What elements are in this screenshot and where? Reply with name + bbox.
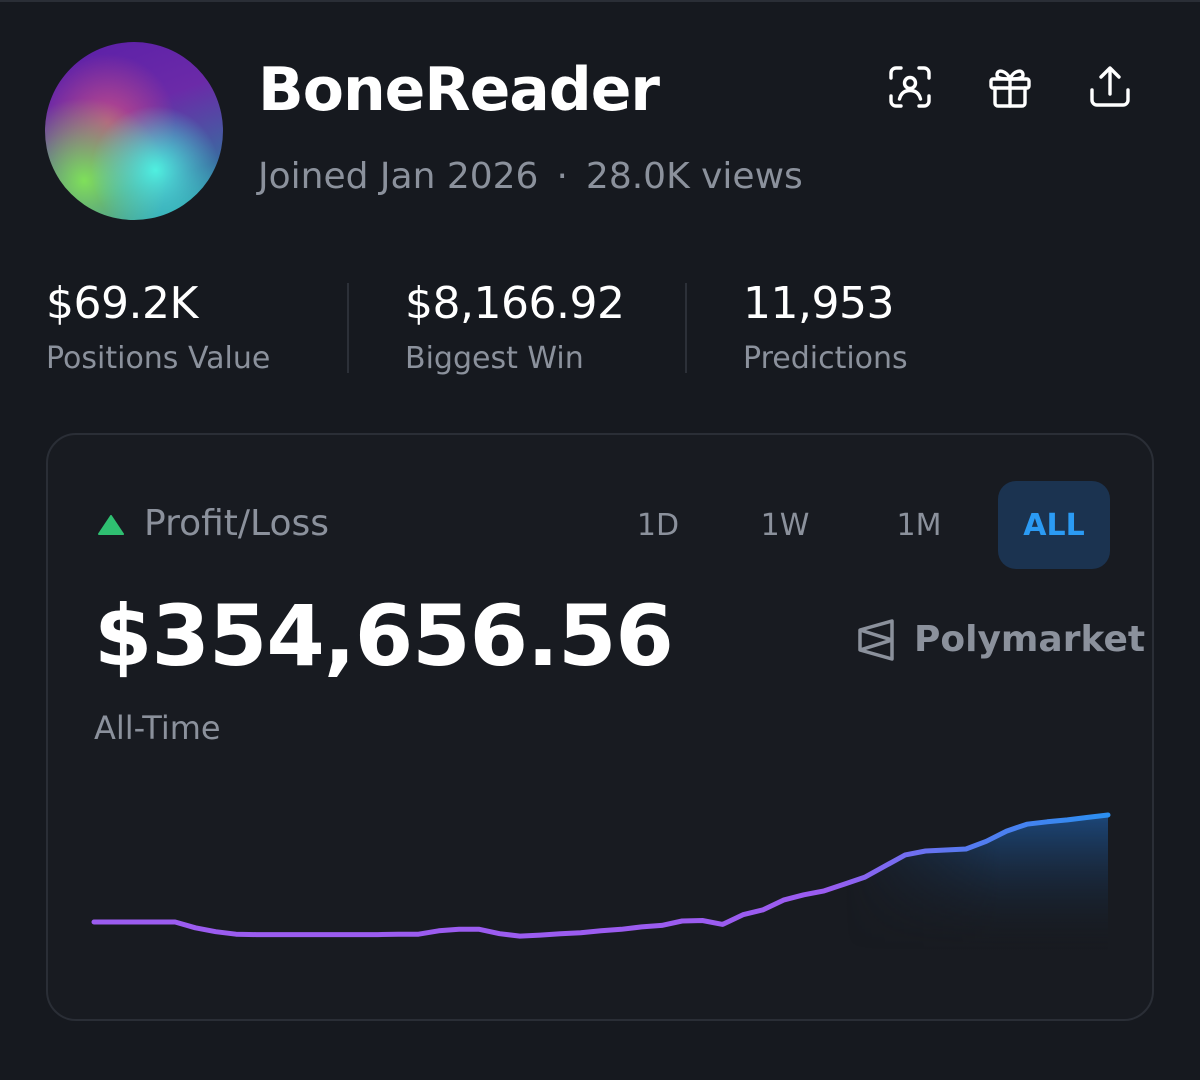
range-all-button[interactable]: ALL: [998, 481, 1110, 569]
profile-username: BoneReader: [258, 55, 660, 125]
profit-loss-card: Profit/Loss 1D 1W 1M ALL $354,656.56 Pol…: [46, 433, 1154, 1021]
gift-icon[interactable]: [987, 64, 1033, 110]
meta-separator: ·: [556, 156, 568, 197]
stat-divider: [685, 283, 687, 373]
scan-face-icon[interactable]: [887, 64, 933, 110]
top-divider: [0, 0, 1200, 2]
stat-biggest-win: $8,166.92 Biggest Win: [405, 278, 625, 376]
biggest-win-label: Biggest Win: [405, 341, 584, 376]
stat-predictions: 11,953 Predictions: [743, 278, 908, 376]
positions-value: $69.2K: [46, 278, 198, 329]
profile-meta: Joined Jan 2026 · 28.0K views: [258, 156, 803, 197]
stat-divider: [347, 283, 349, 373]
profit-loss-amount: $354,656.56: [94, 587, 674, 685]
range-1w-button[interactable]: 1W: [740, 481, 830, 569]
period-label: All-Time: [94, 709, 221, 747]
polymarket-logo-icon: [858, 619, 894, 661]
joined-date: Joined Jan 2026: [258, 156, 539, 197]
polymarket-label: Polymarket: [914, 619, 1146, 660]
positions-value-label: Positions Value: [46, 341, 271, 376]
range-1m-button[interactable]: 1M: [874, 481, 964, 569]
profit-loss-title: Profit/Loss: [144, 503, 329, 544]
view-count: 28.0K views: [585, 156, 803, 197]
biggest-win-value: $8,166.92: [405, 278, 625, 329]
predictions-label: Predictions: [743, 341, 908, 376]
avatar[interactable]: [45, 42, 223, 220]
stat-positions-value: $69.2K Positions Value: [46, 278, 270, 376]
profile-page: BoneReader Joined Jan 2026 · 28.0K views: [0, 0, 1200, 1080]
range-1d-button[interactable]: 1D: [613, 481, 703, 569]
share-upload-icon[interactable]: [1087, 64, 1133, 110]
predictions-value: 11,953: [743, 278, 894, 329]
trend-up-icon: [98, 515, 124, 535]
